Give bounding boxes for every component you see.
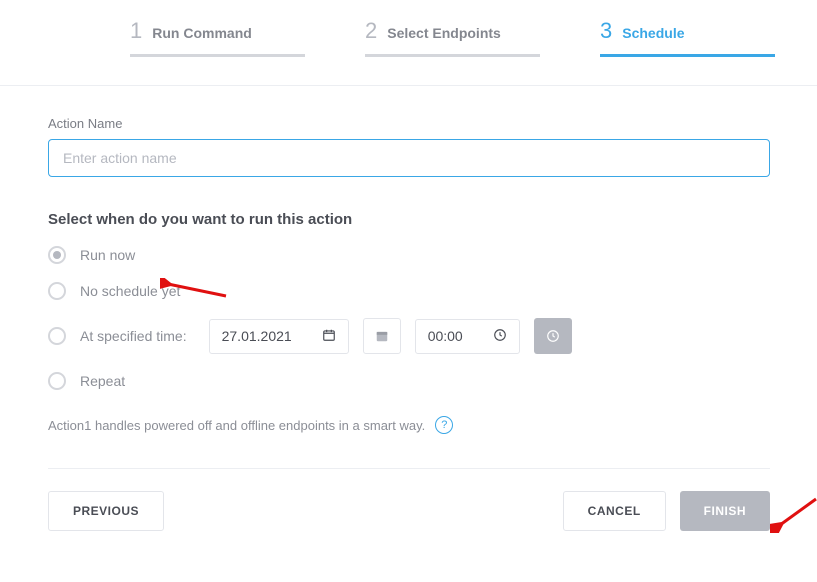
- radio-no-schedule-label: No schedule yet: [80, 283, 180, 299]
- time-picker-button[interactable]: [534, 318, 572, 354]
- radio-repeat-label: Repeat: [80, 373, 125, 389]
- date-input[interactable]: 27.01.2021: [209, 319, 349, 354]
- clock-outline-icon: [493, 328, 507, 345]
- action-name-label: Action Name: [48, 116, 770, 131]
- step-run-command[interactable]: 1 Run Command: [130, 18, 305, 57]
- help-icon[interactable]: ?: [435, 416, 453, 434]
- wizard-stepper: 1 Run Command 2 Select Endpoints 3 Sched…: [0, 0, 817, 57]
- radio-at-specified-time[interactable]: [48, 327, 66, 345]
- date-picker-button[interactable]: [363, 318, 401, 354]
- previous-button[interactable]: PREVIOUS: [48, 491, 164, 531]
- annotation-arrow-icon: [770, 495, 817, 533]
- step-label: Select Endpoints: [387, 25, 501, 41]
- step-schedule[interactable]: 3 Schedule: [600, 18, 775, 57]
- radio-no-schedule[interactable]: [48, 282, 66, 300]
- action-name-input[interactable]: [48, 139, 770, 177]
- step-label: Schedule: [622, 25, 684, 41]
- step-number: 2: [365, 18, 377, 44]
- radio-run-now-label: Run now: [80, 247, 135, 263]
- calendar-outline-icon: [322, 328, 336, 345]
- schedule-section-title: Select when do you want to run this acti…: [48, 211, 770, 228]
- time-input[interactable]: 00:00: [415, 319, 520, 354]
- finish-button[interactable]: FINISH: [680, 491, 770, 531]
- radio-at-specified-time-label: At specified time:: [80, 328, 187, 344]
- offline-hint-text: Action1 handles powered off and offline …: [48, 418, 425, 433]
- step-number: 1: [130, 18, 142, 44]
- step-number: 3: [600, 18, 612, 44]
- step-label: Run Command: [152, 25, 252, 41]
- radio-repeat[interactable]: [48, 372, 66, 390]
- time-value: 00:00: [428, 328, 463, 344]
- cancel-button[interactable]: CANCEL: [563, 491, 666, 531]
- date-value: 27.01.2021: [222, 328, 292, 344]
- radio-run-now[interactable]: [48, 246, 66, 264]
- step-select-endpoints[interactable]: 2 Select Endpoints: [365, 18, 540, 57]
